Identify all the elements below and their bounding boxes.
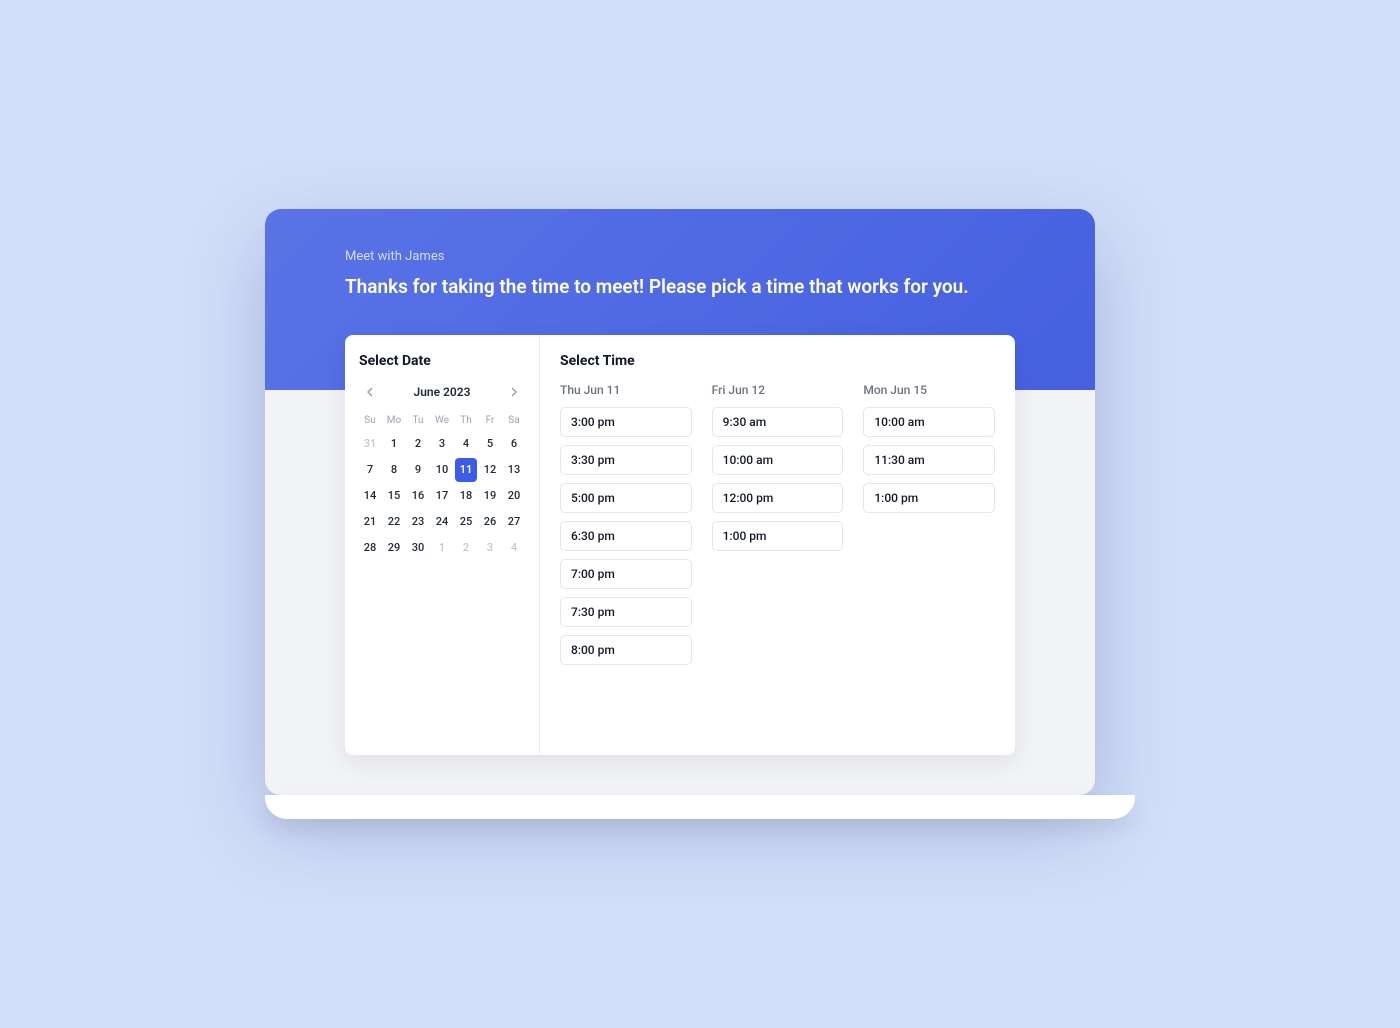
calendar-day[interactable]: 10: [431, 458, 453, 482]
header-eyebrow: Meet with James: [345, 249, 1015, 264]
date-panel: Select Date June 2023 SuMoTuWeThFrSa3112…: [345, 335, 540, 755]
calendar-day[interactable]: 18: [455, 484, 477, 508]
header-title: Thanks for taking the time to meet! Plea…: [345, 274, 1015, 301]
calendar-weekday: Fr: [479, 411, 501, 430]
calendar-day[interactable]: 2: [407, 432, 429, 456]
time-column: Thu Jun 11 3:00 pm 3:30 pm 5:00 pm 6:30 pm 7:…: [560, 383, 692, 673]
calendar-day[interactable]: 3: [479, 536, 501, 560]
calendar-day[interactable]: 23: [407, 510, 429, 534]
calendar-day[interactable]: 6: [503, 432, 525, 456]
calendar-day[interactable]: 12: [479, 458, 501, 482]
calendar-day[interactable]: 2: [455, 536, 477, 560]
calendar-nav: June 2023: [359, 383, 525, 401]
calendar-day[interactable]: 25: [455, 510, 477, 534]
calendar-day[interactable]: 1: [383, 432, 405, 456]
time-slot[interactable]: 5:00 pm: [560, 483, 692, 513]
calendar-day[interactable]: 26: [479, 510, 501, 534]
calendar-day[interactable]: 17: [431, 484, 453, 508]
calendar-day[interactable]: 15: [383, 484, 405, 508]
calendar-weekday: Su: [359, 411, 381, 430]
booking-window: Meet with James Thanks for taking the ti…: [265, 209, 1095, 796]
time-slot[interactable]: 7:30 pm: [560, 597, 692, 627]
time-panel: Select Time Thu Jun 11 3:00 pm 3:30 pm 5:00…: [540, 335, 1015, 755]
time-column-label: Fri Jun 12: [712, 383, 844, 397]
calendar-day[interactable]: 29: [383, 536, 405, 560]
calendar-day[interactable]: 11: [455, 458, 477, 482]
time-slot[interactable]: 10:00 am: [712, 445, 844, 475]
time-column-label: Thu Jun 11: [560, 383, 692, 397]
booking-card: Select Date June 2023 SuMoTuWeThFrSa3112…: [345, 335, 1015, 755]
time-slot[interactable]: 10:00 am: [863, 407, 995, 437]
calendar-day[interactable]: 20: [503, 484, 525, 508]
calendar-day[interactable]: 31: [359, 432, 381, 456]
chevron-left-icon: [365, 387, 375, 397]
laptop-base: [265, 795, 1135, 819]
time-slot[interactable]: 3:00 pm: [560, 407, 692, 437]
calendar-weekday: We: [431, 411, 453, 430]
time-panel-title: Select Time: [560, 353, 995, 369]
calendar-day[interactable]: 19: [479, 484, 501, 508]
prev-month-button[interactable]: [361, 383, 379, 401]
calendar-day[interactable]: 16: [407, 484, 429, 508]
calendar-day[interactable]: 3: [431, 432, 453, 456]
calendar-month-label: June 2023: [414, 385, 471, 399]
calendar-weekday: Tu: [407, 411, 429, 430]
screen: Meet with James Thanks for taking the ti…: [265, 209, 1095, 796]
time-slot[interactable]: 3:30 pm: [560, 445, 692, 475]
next-month-button[interactable]: [505, 383, 523, 401]
time-slot[interactable]: 9:30 am: [712, 407, 844, 437]
calendar-day[interactable]: 30: [407, 536, 429, 560]
calendar-day[interactable]: 8: [383, 458, 405, 482]
calendar-day[interactable]: 27: [503, 510, 525, 534]
chevron-right-icon: [509, 387, 519, 397]
time-slot[interactable]: 12:00 pm: [712, 483, 844, 513]
calendar-weekday: Mo: [383, 411, 405, 430]
calendar-day[interactable]: 4: [503, 536, 525, 560]
time-slot[interactable]: 8:00 pm: [560, 635, 692, 665]
calendar-day[interactable]: 28: [359, 536, 381, 560]
calendar-day[interactable]: 14: [359, 484, 381, 508]
time-column: Mon Jun 15 10:00 am 11:30 am 1:00 pm: [863, 383, 995, 673]
calendar-day[interactable]: 1: [431, 536, 453, 560]
calendar-grid: SuMoTuWeThFrSa31123456789101112131415161…: [359, 411, 525, 560]
calendar-day[interactable]: 7: [359, 458, 381, 482]
time-slot[interactable]: 1:00 pm: [863, 483, 995, 513]
calendar-day[interactable]: 4: [455, 432, 477, 456]
calendar-weekday: Sa: [503, 411, 525, 430]
calendar-day[interactable]: 24: [431, 510, 453, 534]
calendar-weekday: Th: [455, 411, 477, 430]
time-slot[interactable]: 11:30 am: [863, 445, 995, 475]
calendar-day[interactable]: 13: [503, 458, 525, 482]
spacer: [265, 755, 1095, 795]
time-slot[interactable]: 1:00 pm: [712, 521, 844, 551]
calendar-day[interactable]: 22: [383, 510, 405, 534]
time-column-label: Mon Jun 15: [863, 383, 995, 397]
date-panel-title: Select Date: [359, 353, 525, 369]
time-slot[interactable]: 7:00 pm: [560, 559, 692, 589]
calendar-day[interactable]: 9: [407, 458, 429, 482]
time-column: Fri Jun 12 9:30 am 10:00 am 12:00 pm 1:00 pm: [712, 383, 844, 673]
calendar-day[interactable]: 21: [359, 510, 381, 534]
calendar-day[interactable]: 5: [479, 432, 501, 456]
time-slot[interactable]: 6:30 pm: [560, 521, 692, 551]
time-columns: Thu Jun 11 3:00 pm 3:30 pm 5:00 pm 6:30 pm 7:…: [560, 383, 995, 673]
